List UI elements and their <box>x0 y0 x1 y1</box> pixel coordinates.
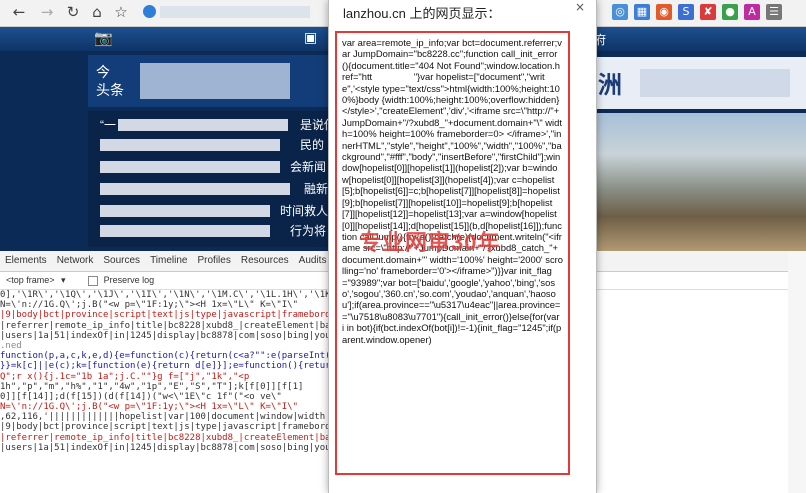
address-bar[interactable] <box>160 6 310 18</box>
extension-icons: ◎ ▦ ◉ S ✘ ● A ☰ <box>612 4 782 22</box>
banner-blurred-text <box>140 63 290 99</box>
extension-icon[interactable]: ☰ <box>766 4 782 20</box>
extension-icon[interactable]: A <box>744 4 760 20</box>
news-blur <box>100 139 280 151</box>
back-icon[interactable]: ← <box>10 3 28 21</box>
news-item[interactable]: 行为将 <box>290 224 326 238</box>
alert-dialog: lanzhou.cn 上的网页显示： × var area=remote_ip_… <box>328 0 597 493</box>
refresh-icon[interactable]: ↻ <box>64 3 82 21</box>
home-icon[interactable]: ⌂ <box>88 3 106 21</box>
extension-icon[interactable]: ✘ <box>700 4 716 20</box>
scrollbar[interactable] <box>788 251 806 493</box>
news-item[interactable]: 会新闻 <box>290 160 326 174</box>
close-icon[interactable]: × <box>575 0 585 14</box>
right-banner-blur <box>640 69 790 97</box>
news-blur <box>118 119 288 131</box>
book-icon[interactable]: ▣ <box>304 30 324 46</box>
tab-elements[interactable]: Elements <box>0 251 52 271</box>
bookmark-star-icon[interactable]: ☆ <box>112 3 130 21</box>
forward-icon[interactable]: → <box>38 3 56 21</box>
extension-icon[interactable]: ◉ <box>656 4 672 20</box>
site-security-icon[interactable] <box>143 5 156 18</box>
preserve-log-label: Preserve log <box>103 275 155 285</box>
extension-icon[interactable]: S <box>678 4 694 20</box>
right-banner-char: 洲 <box>598 72 622 99</box>
watermark: 专业网审30年 <box>359 230 501 255</box>
chevron-down-icon[interactable]: ▾ <box>61 275 66 285</box>
tab-resources[interactable]: Resources <box>236 251 294 271</box>
news-item[interactable]: “一 <box>100 118 116 132</box>
tab-timeline[interactable]: Timeline <box>145 251 192 271</box>
tab-audits[interactable]: Audits <box>294 251 332 271</box>
tab-sources[interactable]: Sources <box>98 251 145 271</box>
tab-profiles[interactable]: Profiles <box>192 251 235 271</box>
extension-icon[interactable]: ◎ <box>612 4 628 20</box>
dialog-message: var area=remote_ip_info;var bct=document… <box>342 37 564 345</box>
dialog-title: lanzhou.cn 上的网页显示： <box>343 6 501 21</box>
news-item[interactable]: 融新 <box>304 182 328 196</box>
camera-icon[interactable]: 📷 <box>94 30 114 46</box>
landscape-photo[interactable] <box>594 113 806 251</box>
news-item[interactable]: 民的 <box>300 138 324 152</box>
banner-tag: 今 头条 <box>96 64 124 98</box>
tab-network[interactable]: Network <box>52 251 99 271</box>
news-item[interactable]: 时间救人 <box>280 204 328 218</box>
frame-select[interactable]: <top frame> <box>6 275 55 285</box>
extension-icon[interactable]: ▦ <box>634 4 650 20</box>
extension-icon[interactable]: ● <box>722 4 738 20</box>
news-blur <box>100 161 280 173</box>
news-blur <box>100 225 270 237</box>
news-blur <box>100 183 290 195</box>
news-blur <box>100 205 270 217</box>
preserve-log-checkbox[interactable] <box>88 275 99 286</box>
